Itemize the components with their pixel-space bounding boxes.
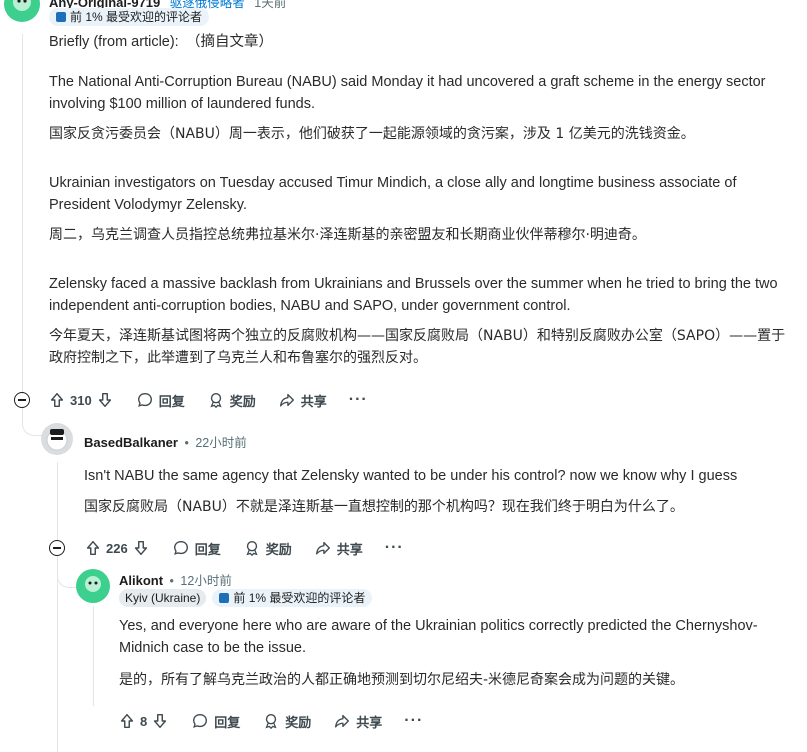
flair-row: Kyiv (Ukraine) 前 1% 最受欢迎的评论者 <box>119 589 373 607</box>
more-options-button[interactable]: ··· <box>349 391 368 409</box>
more-options-button[interactable]: ··· <box>404 712 423 730</box>
badge-icon <box>56 12 66 22</box>
thread-line-reply2 <box>93 606 94 706</box>
timestamp[interactable]: 1天前 <box>254 0 286 10</box>
comment-header: BasedBalkaner • 22小时前 <box>84 435 247 450</box>
downvote-icon[interactable] <box>96 391 114 409</box>
comment-actions: 8 回复 奖励 共享 ··· <box>118 709 423 733</box>
thread-connector-reply2 <box>57 556 77 588</box>
timestamp[interactable]: 22小时前 <box>195 436 246 450</box>
share-button[interactable]: 共享 <box>278 391 327 410</box>
timestamp[interactable]: 12小时前 <box>180 574 231 588</box>
comment-paragraph-zh: 今年夏天，泽连斯基试图将两个独立的反腐败机构——国家反腐败局（NABU）和特别反… <box>49 328 786 366</box>
reply-label: 回复 <box>158 393 185 409</box>
thread-line-reply1 <box>57 462 58 542</box>
reply-label: 回复 <box>214 714 241 730</box>
upvote-icon[interactable] <box>118 712 136 730</box>
award-label: 奖励 <box>265 541 292 557</box>
comment-icon <box>173 541 188 555</box>
thread-connector-reply1 <box>22 408 42 436</box>
avatar[interactable] <box>41 423 73 455</box>
vote-count: 226 <box>106 540 128 556</box>
thread-line-main <box>22 34 23 394</box>
award-button[interactable]: 奖励 <box>243 539 292 558</box>
comment-paragraph: Zelensky faced a massive backlash from U… <box>49 276 778 314</box>
share-label: 共享 <box>356 714 383 730</box>
award-label: 奖励 <box>229 393 256 409</box>
badge-label: 前 1% 最受欢迎的评论者 <box>70 10 203 24</box>
collapse-thread-button[interactable] <box>14 392 30 408</box>
comment-paragraph: The National Anti-Corruption Bureau (NAB… <box>49 74 766 112</box>
comment-body: Isn't NABU the same agency that Zelensky… <box>84 468 738 484</box>
badge-icon <box>219 593 230 603</box>
author-name[interactable]: BasedBalkaner <box>84 435 178 450</box>
vote-count: 310 <box>70 392 92 408</box>
vote-count: 8 <box>140 713 148 729</box>
share-label: 共享 <box>336 541 363 557</box>
award-label: 奖励 <box>285 714 312 730</box>
comment-body: Yes, and everyone here who are aware of … <box>119 618 758 656</box>
downvote-icon[interactable] <box>151 712 169 730</box>
reply-label: 回复 <box>194 541 221 557</box>
comment-actions: 310 回复 奖励 共享 ··· <box>48 388 368 412</box>
downvote-icon[interactable] <box>132 539 150 557</box>
badge-label: 前 1% 最受欢迎的评论者 <box>233 591 366 605</box>
award-button[interactable]: 奖励 <box>207 391 256 410</box>
share-label: 共享 <box>300 393 327 409</box>
share-button[interactable]: 共享 <box>333 712 382 731</box>
comment-actions: 226 回复 奖励 共享 ··· <box>84 536 404 560</box>
award-icon <box>210 393 222 409</box>
comment-paragraph-zh: 国家反贪污委员会（NABU）周一表示，他们破获了一起能源领域的贪污案，涉及 1 … <box>49 126 695 142</box>
comment-paragraph-zh: 周二，乌克兰调查人员指控总统弗拉基米尔·泽连斯基的亲密盟友和长期商业伙伴蒂穆尔·… <box>49 227 646 243</box>
avatar[interactable] <box>4 0 40 22</box>
reply-button[interactable]: 回复 <box>172 539 221 558</box>
user-flair: Kyiv (Ukraine) <box>119 589 207 607</box>
upvote-icon[interactable] <box>48 391 66 409</box>
comment-icon <box>193 714 208 728</box>
upvote-icon[interactable] <box>84 539 102 557</box>
share-icon <box>315 541 330 555</box>
reply-button[interactable]: 回复 <box>191 712 240 731</box>
comment-body-zh: 国家反腐败局（NABU）不就是泽连斯基一直想控制的那个机构吗？现在我们终于明白为… <box>84 499 684 515</box>
comment-paragraph: Briefly (from article): （摘自文章） <box>49 34 273 50</box>
award-icon <box>265 714 277 730</box>
comment-header: Alikont • 12小时前 <box>119 573 232 588</box>
top-commenter-badge: 前 1% 最受欢迎的评论者 <box>212 589 373 607</box>
collapse-thread-button[interactable] <box>49 540 65 556</box>
more-options-button[interactable]: ··· <box>385 539 404 557</box>
comment-icon <box>137 393 152 407</box>
award-icon <box>246 541 258 557</box>
reply-button[interactable]: 回复 <box>136 391 185 410</box>
thread-line-reply2-gutter <box>57 556 58 752</box>
comment-body-zh: 是的，所有了解乌克兰政治的人都正确地预测到切尔尼绍夫-米德尼奇案会成为问题的关键… <box>119 672 685 688</box>
share-icon <box>279 393 294 407</box>
share-icon <box>335 714 350 728</box>
share-button[interactable]: 共享 <box>314 539 363 558</box>
top-commenter-badge: 前 1% 最受欢迎的评论者 <box>49 8 210 26</box>
award-button[interactable]: 奖励 <box>262 712 311 731</box>
comment-paragraph: Ukrainian investigators on Tuesday accus… <box>49 175 737 213</box>
author-name[interactable]: Alikont <box>119 573 163 588</box>
avatar[interactable] <box>76 569 110 603</box>
